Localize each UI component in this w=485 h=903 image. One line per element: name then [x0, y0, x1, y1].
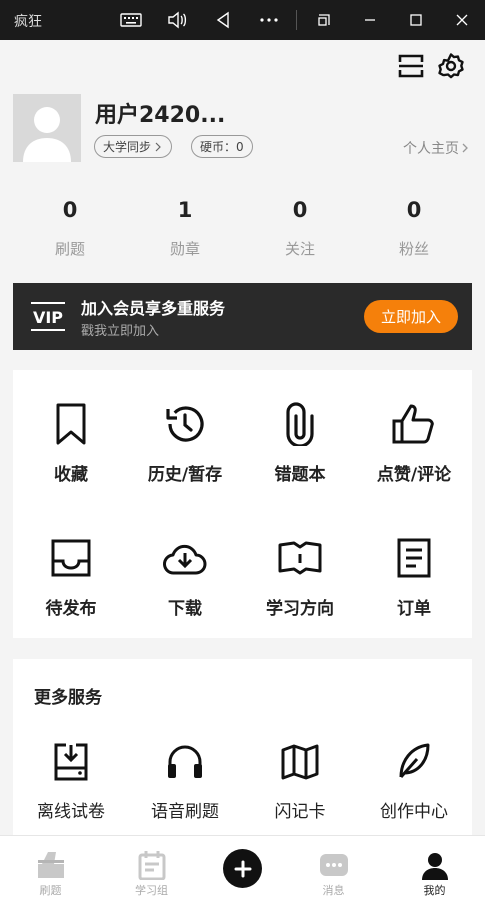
- feature-label: 收藏: [54, 465, 88, 485]
- history-icon: [128, 402, 242, 446]
- stat-label: 刷题: [54, 240, 85, 258]
- stat-following[interactable]: 0 关注: [250, 198, 350, 259]
- document-icon: [357, 536, 471, 580]
- feature-label: 下载: [168, 599, 202, 619]
- stat-value: 0: [62, 198, 78, 222]
- feature-label: 错题本: [274, 465, 326, 485]
- feature-favorites[interactable]: 收藏: [14, 402, 128, 485]
- service-label: 创作中心: [380, 802, 448, 822]
- stat-label: 勋章: [169, 240, 200, 258]
- nav-label: 消息: [322, 884, 345, 897]
- vip-logo: VIP: [30, 301, 66, 337]
- add-icon: [234, 860, 251, 877]
- stat-value: 0: [292, 198, 308, 222]
- feature-orders[interactable]: 订单: [357, 536, 471, 619]
- coin-badge[interactable]: 硬币：0: [191, 135, 253, 158]
- nav-study-group[interactable]: 学习组: [103, 836, 200, 903]
- paperclip-icon: [243, 402, 357, 446]
- user-icon: [386, 836, 483, 880]
- service-voice-practice[interactable]: 语音刷题: [128, 742, 242, 822]
- feature-study-direction[interactable]: 学习方向: [243, 536, 357, 619]
- homepage-link[interactable]: 个人主页: [403, 138, 469, 158]
- stat-label: 关注: [284, 240, 315, 258]
- coin-badge-label: 硬币：0: [200, 140, 244, 154]
- feature-likes[interactable]: 点赞/评论: [357, 402, 471, 485]
- calendar-icon: [103, 836, 200, 880]
- bottom-nav: 刷题 学习组 消息 我的: [0, 835, 485, 903]
- message-icon: [285, 836, 382, 880]
- window-titlebar: 疯狂: [0, 0, 485, 40]
- back-icon[interactable]: [211, 8, 235, 32]
- service-offline-papers[interactable]: 离线试卷: [14, 742, 128, 822]
- feature-label: 订单: [397, 599, 431, 619]
- chevron-right-icon: [155, 142, 161, 151]
- inbox-icon: [14, 536, 128, 580]
- stat-value: 1: [177, 198, 193, 222]
- join-vip-button[interactable]: 立即加入: [364, 300, 458, 333]
- nav-label: 学习组: [135, 884, 168, 897]
- service-label: 语音刷题: [151, 802, 219, 822]
- settings-icon[interactable]: [435, 50, 467, 82]
- more-services-card: 更多服务 离线试卷 语音刷题 闪记卡 创作中心: [13, 659, 472, 835]
- stat-followers[interactable]: 0 粉丝: [364, 198, 464, 259]
- titlebar-divider: [296, 10, 297, 30]
- book-open-icon: [243, 536, 357, 580]
- add-button[interactable]: [223, 849, 262, 888]
- minimize-icon[interactable]: [358, 8, 382, 32]
- feature-label: 待发布: [45, 599, 97, 619]
- service-creator-center[interactable]: 创作中心: [357, 742, 471, 822]
- feature-history[interactable]: 历史/暂存: [128, 402, 242, 485]
- nav-messages[interactable]: 消息: [285, 836, 382, 903]
- service-label: 闪记卡: [274, 802, 326, 822]
- headphones-icon: [128, 742, 242, 782]
- stat-medals[interactable]: 1 勋章: [135, 198, 235, 259]
- username: 用户2420...: [95, 103, 226, 128]
- vip-logo-text: VIP: [33, 308, 63, 327]
- maximize-icon[interactable]: [404, 8, 428, 32]
- feature-mistakes[interactable]: 错题本: [243, 402, 357, 485]
- service-label: 离线试卷: [37, 802, 105, 822]
- homepage-label: 个人主页: [403, 141, 459, 157]
- cloud-download-icon: [128, 536, 242, 580]
- service-flashcards[interactable]: 闪记卡: [243, 742, 357, 822]
- stat-practice[interactable]: 0 刷题: [20, 198, 120, 259]
- more-services-title: 更多服务: [34, 688, 102, 708]
- keyboard-icon[interactable]: [119, 8, 143, 32]
- nav-profile[interactable]: 我的: [386, 836, 483, 903]
- practice-icon: [2, 836, 99, 880]
- chevron-right-icon: [462, 143, 468, 153]
- vip-subtitle: 戳我立即加入: [81, 324, 160, 339]
- vip-title: 加入会员享多重服务: [81, 299, 226, 318]
- restore-icon[interactable]: [312, 8, 336, 32]
- school-badge-label: 大学同步: [103, 140, 152, 154]
- feature-label: 点赞/评论: [376, 465, 452, 485]
- stat-label: 粉丝: [398, 240, 429, 258]
- bookmark-icon: [14, 402, 128, 446]
- nav-label: 刷题: [39, 884, 62, 897]
- features-card: 收藏 历史/暂存 错题本 点赞/评论 待发布 下载 学习方向 订单: [13, 370, 472, 638]
- offline-download-icon: [14, 742, 128, 782]
- feature-label: 历史/暂存: [147, 465, 223, 485]
- feature-label: 学习方向: [266, 599, 334, 619]
- nav-practice[interactable]: 刷题: [2, 836, 99, 903]
- feather-icon: [357, 742, 471, 782]
- scan-icon[interactable]: [395, 50, 427, 82]
- vip-banner[interactable]: VIP 加入会员享多重服务 戳我立即加入 立即加入: [13, 283, 472, 350]
- feature-download[interactable]: 下载: [128, 536, 242, 619]
- school-badge[interactable]: 大学同步: [94, 135, 173, 158]
- more-icon[interactable]: [257, 8, 281, 32]
- window-title: 疯狂: [14, 14, 42, 30]
- avatar[interactable]: [13, 94, 81, 162]
- thumbs-up-icon: [357, 402, 471, 446]
- map-icon: [243, 742, 357, 782]
- feature-drafts[interactable]: 待发布: [14, 536, 128, 619]
- close-icon[interactable]: [450, 8, 474, 32]
- volume-icon[interactable]: [165, 8, 189, 32]
- stat-value: 0: [406, 198, 422, 222]
- nav-label: 我的: [423, 884, 446, 897]
